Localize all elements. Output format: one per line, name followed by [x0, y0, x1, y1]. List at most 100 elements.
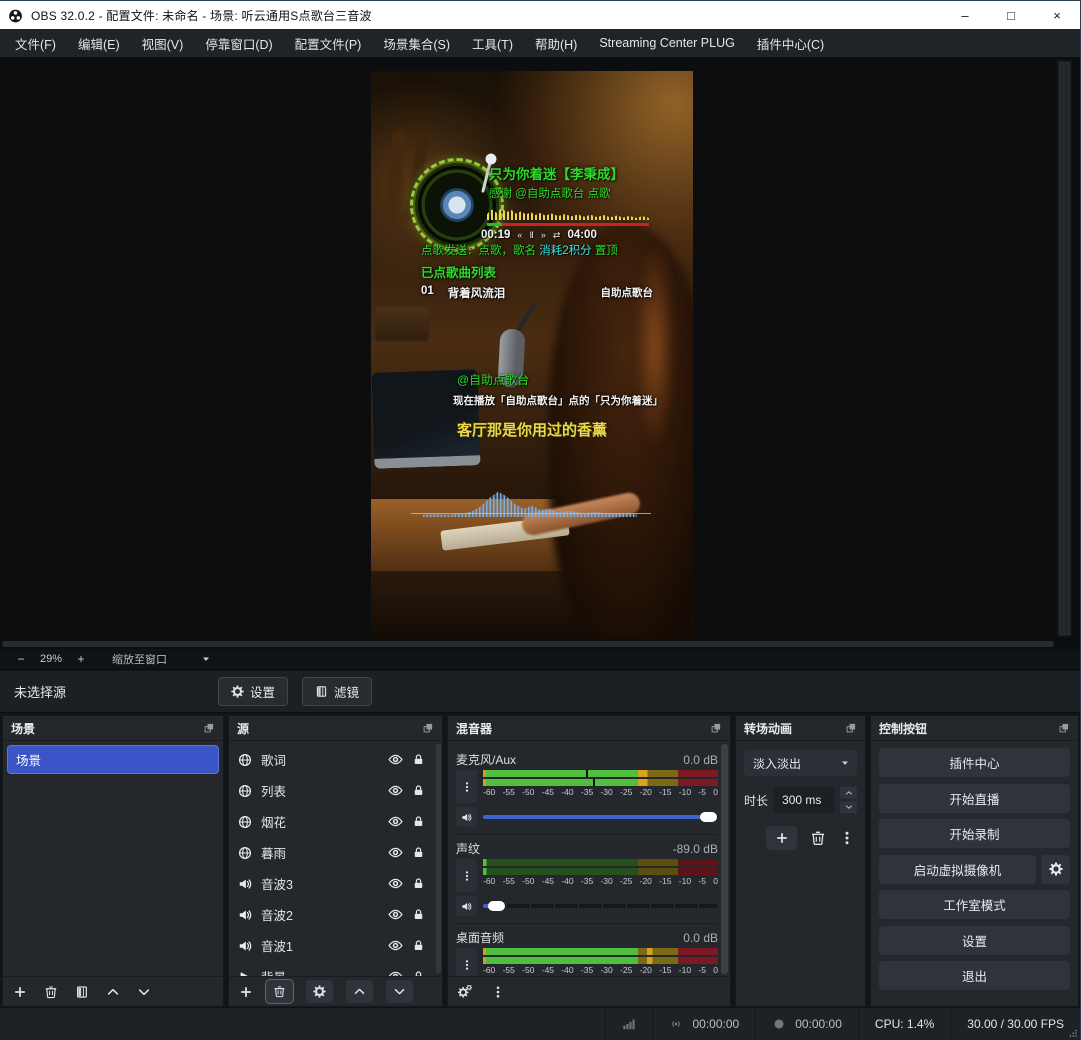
slider-handle[interactable] — [700, 812, 717, 822]
lock-icon[interactable] — [412, 784, 425, 797]
control-button-4[interactable]: 启动虚拟摄像机 — [879, 855, 1036, 884]
move-source-up-button[interactable] — [346, 980, 373, 1003]
eye-icon[interactable] — [388, 752, 403, 767]
spin-up-button[interactable] — [840, 787, 857, 799]
move-source-down-button[interactable] — [386, 980, 413, 1003]
source-properties-button[interactable]: 设置 — [218, 677, 288, 706]
source-row-6[interactable]: 音波2 — [229, 899, 434, 930]
scrollbar-thumb[interactable] — [2, 641, 1054, 647]
lock-icon[interactable] — [412, 908, 425, 921]
preview-vertical-scrollbar[interactable] — [1057, 60, 1072, 637]
preview-canvas[interactable]: 只为你着迷【李秉成】 感谢 @自助点歌台 点歌 00:19 « Ⅱ » ⇄ 04… — [0, 58, 1080, 639]
slider-track[interactable] — [483, 904, 718, 908]
channel-menu-dots-button[interactable] — [456, 948, 477, 976]
slider-handle[interactable] — [488, 901, 505, 911]
eye-icon[interactable] — [388, 907, 403, 922]
lock-icon[interactable] — [412, 877, 425, 890]
mixer-menu-dots-icon[interactable] — [491, 985, 505, 999]
eye-icon[interactable] — [388, 845, 403, 860]
source-properties-gear-button[interactable] — [306, 980, 333, 1003]
popout-dock-icon[interactable] — [1058, 722, 1070, 734]
menu-item-4[interactable]: 停靠窗口(D) — [194, 29, 283, 57]
zoom-in-button[interactable]: + — [72, 652, 90, 666]
volume-slider[interactable] — [483, 899, 718, 913]
program-video[interactable]: 只为你着迷【李秉成】 感谢 @自助点歌台 点歌 00:19 « Ⅱ » ⇄ 04… — [371, 71, 693, 639]
close-button[interactable]: × — [1034, 1, 1080, 29]
popout-dock-icon[interactable] — [710, 722, 722, 734]
zoom-out-button[interactable]: − — [12, 652, 30, 666]
meter-tick-label: -20 — [640, 965, 652, 975]
source-row-2[interactable]: 列表 — [229, 775, 434, 806]
menu-item-3[interactable]: 视图(V) — [131, 29, 195, 57]
menu-item-2[interactable]: 编辑(E) — [67, 29, 131, 57]
mixer-scrollbar[interactable] — [721, 744, 728, 974]
control-button-1[interactable]: 插件中心 — [879, 748, 1070, 777]
overlay-progress-bar — [487, 223, 649, 226]
source-row-7[interactable]: 音波1 — [229, 930, 434, 961]
eye-icon[interactable] — [388, 969, 403, 976]
fit-to-window-label[interactable]: 缩放至窗口 — [112, 651, 167, 667]
move-scene-down-button[interactable] — [137, 985, 151, 999]
control-button-6[interactable]: 设置 — [879, 926, 1070, 955]
add-source-button[interactable] — [239, 985, 253, 999]
remove-source-button[interactable] — [266, 980, 293, 1003]
remove-scene-button[interactable] — [44, 985, 58, 999]
menu-item-7[interactable]: 工具(T) — [461, 29, 524, 57]
lock-icon[interactable] — [412, 846, 425, 859]
source-filters-label: 滤镜 — [334, 682, 359, 701]
lock-icon[interactable] — [412, 753, 425, 766]
virtual-camera-config-button[interactable] — [1041, 855, 1070, 884]
add-scene-button[interactable] — [13, 985, 27, 999]
lock-icon[interactable] — [412, 970, 425, 976]
source-row-5[interactable]: 音波3 — [229, 868, 434, 899]
overlay-now-user: @自助点歌台 — [457, 371, 529, 388]
sources-scrollbar[interactable] — [436, 744, 441, 973]
advanced-audio-gears-icon[interactable] — [458, 985, 472, 999]
source-row-3[interactable]: 烟花 — [229, 806, 434, 837]
resize-grip[interactable] — [1067, 1027, 1078, 1038]
control-button-3[interactable]: 开始录制 — [879, 819, 1070, 848]
control-button-7[interactable]: 退出 — [879, 961, 1070, 990]
lock-icon[interactable] — [412, 815, 425, 828]
eye-icon[interactable] — [388, 938, 403, 953]
preview-horizontal-scrollbar[interactable] — [0, 639, 1080, 649]
mute-speaker-button[interactable] — [456, 896, 477, 916]
fit-dropdown-caret-icon[interactable] — [201, 654, 211, 664]
transition-menu-dots-icon[interactable] — [839, 830, 855, 846]
eye-icon[interactable] — [388, 876, 403, 891]
spin-down-button[interactable] — [840, 801, 857, 813]
source-row-8[interactable]: 背景 — [229, 961, 434, 976]
channel-menu-dots-button[interactable] — [456, 770, 477, 803]
popout-dock-icon[interactable] — [203, 722, 215, 734]
maximize-button[interactable]: □ — [988, 1, 1034, 29]
control-button-2[interactable]: 开始直播 — [879, 784, 1070, 813]
popout-dock-icon[interactable] — [422, 722, 434, 734]
source-row-1[interactable]: 歌词 — [229, 744, 434, 775]
channel-menu-dots-button[interactable] — [456, 859, 477, 892]
menu-item-9[interactable]: Streaming Center PLUG — [588, 29, 745, 57]
menu-item-5[interactable]: 配置文件(P) — [284, 29, 373, 57]
move-scene-up-button[interactable] — [106, 985, 120, 999]
volume-slider[interactable] — [483, 810, 718, 824]
popout-dock-icon[interactable] — [845, 722, 857, 734]
source-filters-button[interactable]: 滤镜 — [302, 677, 372, 706]
scene-list-item[interactable]: 场景 — [7, 745, 219, 774]
add-transition-button[interactable] — [766, 826, 797, 850]
menu-item-6[interactable]: 场景集合(S) — [372, 29, 461, 57]
menu-item-10[interactable]: 插件中心(C) — [746, 29, 835, 57]
eye-icon[interactable] — [388, 814, 403, 829]
transition-select[interactable]: 淡入淡出 — [744, 750, 857, 776]
eye-icon[interactable] — [388, 783, 403, 798]
duration-value-field[interactable]: 300 ms — [773, 787, 835, 813]
mute-speaker-button[interactable] — [456, 807, 477, 827]
source-row-4[interactable]: 暮雨 — [229, 837, 434, 868]
menu-item-1[interactable]: 文件(F) — [4, 29, 67, 57]
scrollbar-thumb[interactable] — [1059, 62, 1070, 635]
remove-transition-button[interactable] — [810, 830, 826, 846]
scene-filters-button[interactable] — [75, 985, 89, 999]
lock-icon[interactable] — [412, 939, 425, 952]
minimize-button[interactable]: – — [942, 1, 988, 29]
control-button-5[interactable]: 工作室模式 — [879, 890, 1070, 919]
meter-tick-label: -50 — [522, 787, 534, 797]
menu-item-8[interactable]: 帮助(H) — [524, 29, 588, 57]
